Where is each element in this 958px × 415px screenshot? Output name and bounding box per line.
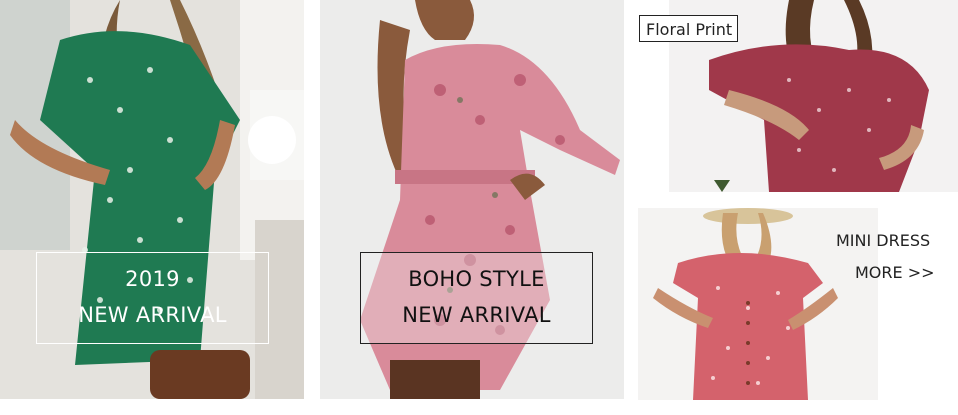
caption-line-year: 2019	[125, 267, 180, 291]
caption-box: 2019 NEW ARRIVAL	[36, 252, 269, 344]
mini-dress-banner[interactable]: MINI DRESS MORE >>	[638, 208, 958, 400]
caption-line-boho-style: BOHO STYLE	[408, 267, 545, 291]
caption-line-new-arrival: NEW ARRIVAL	[78, 303, 227, 327]
caption-box: BOHO STYLE NEW ARRIVAL	[360, 252, 593, 344]
green-floral-dress-banner[interactable]: 2019 NEW ARRIVAL	[0, 0, 304, 399]
boho-style-banner[interactable]: BOHO STYLE NEW ARRIVAL	[320, 0, 624, 399]
more-link[interactable]: MORE >>	[855, 263, 935, 282]
caption-line-new-arrival: NEW ARRIVAL	[402, 303, 551, 327]
floral-print-banner[interactable]: Floral Print	[638, 0, 958, 192]
floral-print-label: Floral Print	[639, 15, 738, 42]
mini-dress-label: MINI DRESS	[836, 231, 931, 250]
